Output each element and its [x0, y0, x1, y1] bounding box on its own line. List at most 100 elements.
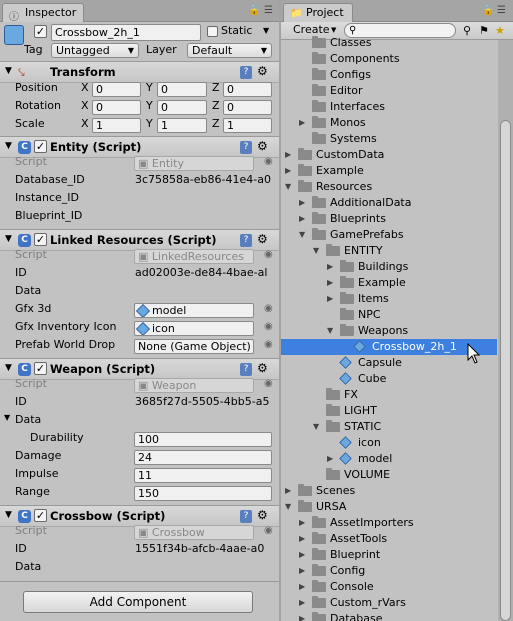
- foldout-open-icon[interactable]: ▼: [299, 227, 305, 243]
- durability-field[interactable]: 100: [134, 432, 272, 447]
- foldout-open-icon[interactable]: ▼: [5, 141, 12, 151]
- rotation-z-field[interactable]: 0: [223, 100, 272, 115]
- tree-folder-item[interactable]: ▶ AdditionalData: [281, 195, 497, 211]
- help-book-icon[interactable]: ?: [240, 234, 252, 247]
- foldout-closed-icon[interactable]: ▶: [299, 195, 305, 211]
- foldout-closed-icon[interactable]: ▶: [299, 515, 305, 531]
- gear-icon[interactable]: ⚙: [257, 139, 268, 153]
- tree-asset-item[interactable]: icon: [281, 435, 497, 451]
- gear-icon[interactable]: ⚙: [257, 508, 268, 522]
- tree-folder-item[interactable]: ▶ Buildings: [281, 259, 497, 275]
- scale-y-field[interactable]: 1: [157, 118, 207, 133]
- weapon-script-field[interactable]: ▣ Weapon: [134, 378, 254, 393]
- foldout-closed-icon[interactable]: ▶: [299, 547, 305, 563]
- tree-folder-item[interactable]: ▶ CustomData: [281, 147, 497, 163]
- foldout-open-icon[interactable]: ▼: [5, 234, 12, 244]
- scale-z-field[interactable]: 1: [223, 118, 272, 133]
- rotation-y-field[interactable]: 0: [157, 100, 207, 115]
- foldout-closed-icon[interactable]: ▶: [299, 211, 305, 227]
- foldout-open-icon[interactable]: ▼: [327, 323, 333, 339]
- scrollbar-thumb[interactable]: [500, 120, 511, 621]
- gear-icon[interactable]: ⚙: [257, 232, 268, 246]
- foldout-closed-icon[interactable]: ▶: [327, 291, 333, 307]
- object-picker-icon[interactable]: ◉: [264, 303, 273, 314]
- tree-folder-item[interactable]: FX: [281, 387, 497, 403]
- foldout-open-icon[interactable]: ▼: [5, 363, 12, 373]
- tab-project[interactable]: 📁 Project: [283, 3, 353, 22]
- object-picker-icon[interactable]: ◉: [264, 321, 273, 332]
- tree-folder-item[interactable]: Components: [281, 51, 497, 67]
- tree-folder-item[interactable]: ▼ URSA: [281, 499, 497, 515]
- foldout-closed-icon[interactable]: ▶: [327, 451, 333, 467]
- object-name-field[interactable]: Crossbow_2h_1: [51, 24, 201, 41]
- panel-menu-icon[interactable]: ☰: [264, 5, 273, 16]
- damage-field[interactable]: 24: [134, 450, 272, 465]
- panel-menu-icon[interactable]: ☰: [497, 5, 506, 16]
- foldout-closed-icon[interactable]: ▶: [285, 483, 291, 499]
- gfx-inventory-icon-field[interactable]: icon: [134, 321, 254, 336]
- component-enabled-checkbox[interactable]: ✓: [34, 509, 47, 522]
- tree-folder-item[interactable]: Interfaces: [281, 99, 497, 115]
- entity-script-field[interactable]: ▣ Entity: [134, 156, 254, 171]
- help-book-icon[interactable]: ?: [240, 141, 252, 154]
- tree-folder-item[interactable]: ▶ AssetImporters: [281, 515, 497, 531]
- tree-folder-item[interactable]: Classes: [281, 35, 497, 51]
- tree-folder-item[interactable]: ▼ Resources: [281, 179, 497, 195]
- position-x-field[interactable]: 0: [92, 82, 141, 97]
- foldout-open-icon[interactable]: ▼: [285, 499, 291, 515]
- foldout-closed-icon[interactable]: ▶: [327, 259, 333, 275]
- tab-inspector[interactable]: ⓘ Inspector: [2, 3, 84, 23]
- tree-folder-item[interactable]: Configs: [281, 67, 497, 83]
- foldout-open-icon[interactable]: ▼: [4, 413, 10, 422]
- tree-folder-item[interactable]: ▶ Custom_rVars: [281, 595, 497, 611]
- tag-dropdown[interactable]: Untagged ▼: [51, 43, 139, 58]
- position-y-field[interactable]: 0: [157, 82, 207, 97]
- linked-script-field[interactable]: ▣ LinkedResources: [134, 249, 254, 264]
- layer-dropdown[interactable]: Default ▼: [187, 43, 272, 58]
- gfx3d-field[interactable]: model: [134, 303, 254, 318]
- tree-folder-item[interactable]: LIGHT: [281, 403, 497, 419]
- help-book-icon[interactable]: ?: [240, 510, 252, 523]
- tree-folder-item[interactable]: VOLUME: [281, 467, 497, 483]
- scale-x-field[interactable]: 1: [92, 118, 141, 133]
- object-picker-icon[interactable]: ◉: [264, 249, 273, 260]
- component-enabled-checkbox[interactable]: ✓: [34, 233, 47, 246]
- range-field[interactable]: 150: [134, 486, 272, 501]
- object-picker-icon[interactable]: ◉: [264, 156, 273, 167]
- transform-header[interactable]: ▼ ⤥ Transform ? ⚙: [0, 61, 279, 83]
- foldout-closed-icon[interactable]: ▶: [285, 163, 291, 179]
- foldout-closed-icon[interactable]: ▶: [299, 579, 305, 595]
- tree-folder-item[interactable]: ▶ Blueprint: [281, 547, 497, 563]
- foldout-closed-icon[interactable]: ▶: [299, 115, 305, 131]
- crossbow-script-field[interactable]: ▣ Crossbow: [134, 525, 254, 540]
- gear-icon[interactable]: ⚙: [257, 361, 268, 375]
- foldout-open-icon[interactable]: ▼: [5, 510, 12, 520]
- tree-folder-item[interactable]: ▶ Items: [281, 291, 497, 307]
- tree-asset-item[interactable]: ▶ model: [281, 451, 497, 467]
- foldout-open-icon[interactable]: ▼: [313, 243, 319, 259]
- tree-folder-item[interactable]: ▼ ENTITY: [281, 243, 497, 259]
- tree-folder-item[interactable]: ▶ Scenes: [281, 483, 497, 499]
- help-book-icon[interactable]: ?: [240, 66, 252, 79]
- object-picker-icon[interactable]: ◉: [264, 525, 273, 536]
- lock-icon[interactable]: 🔒: [248, 5, 260, 16]
- object-picker-icon[interactable]: ◉: [264, 339, 273, 350]
- component-enabled-checkbox[interactable]: ✓: [34, 140, 47, 153]
- tree-folder-item[interactable]: ▶ Monos: [281, 115, 497, 131]
- static-dropdown-arrow-icon[interactable]: ▼: [263, 26, 269, 35]
- tree-folder-item[interactable]: ▶ Example: [281, 275, 497, 291]
- static-checkbox[interactable]: [207, 26, 218, 37]
- tree-folder-item[interactable]: ▼ GamePrefabs: [281, 227, 497, 243]
- tree-folder-item[interactable]: ▶ Console: [281, 579, 497, 595]
- tree-asset-item[interactable]: Capsule: [281, 355, 497, 371]
- foldout-open-icon[interactable]: ▼: [285, 179, 291, 195]
- tree-folder-item[interactable]: NPC: [281, 307, 497, 323]
- tree-folder-item[interactable]: Systems: [281, 131, 497, 147]
- impulse-field[interactable]: 11: [134, 468, 272, 483]
- foldout-closed-icon[interactable]: ▶: [299, 531, 305, 547]
- tree-folder-item[interactable]: ▶ Config: [281, 563, 497, 579]
- tree-folder-item[interactable]: Editor: [281, 83, 497, 99]
- position-z-field[interactable]: 0: [223, 82, 272, 97]
- tree-folder-item[interactable]: ▶ Database: [281, 611, 497, 621]
- foldout-closed-icon[interactable]: ▶: [327, 275, 333, 291]
